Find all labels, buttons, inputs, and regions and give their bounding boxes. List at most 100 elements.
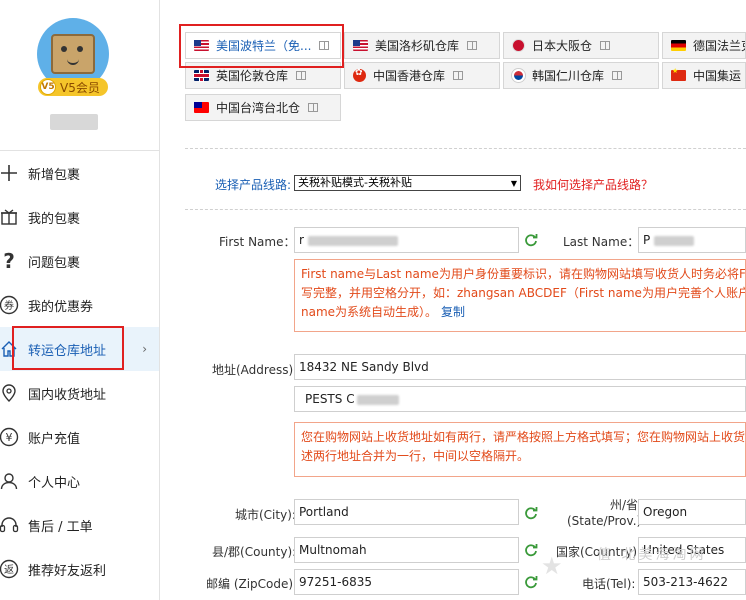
address-line-2-field[interactable]: PESTS C xyxy=(294,386,746,412)
first-name-label: First Name： xyxy=(219,235,296,249)
location-icon xyxy=(0,382,20,404)
refresh-icon[interactable] xyxy=(524,506,538,520)
tab-de-frankfurt[interactable]: 德国法兰克 xyxy=(662,32,746,59)
refresh-icon[interactable] xyxy=(524,233,538,247)
vip-label: V5会员 xyxy=(60,80,100,95)
dropdown-arrow-icon: ▼ xyxy=(510,179,517,188)
tab-label: 日本大阪仓 xyxy=(532,39,593,53)
book-icon xyxy=(453,71,464,80)
tab-cn-consolidation[interactable]: 中国集运 xyxy=(662,62,746,89)
sidebar-item-new-package[interactable]: 新增包裹 xyxy=(0,151,159,195)
book-icon xyxy=(467,41,478,50)
sidebar-item-recharge[interactable]: ¥ 账户充值 xyxy=(0,415,159,459)
avatar-box-character xyxy=(51,34,95,74)
name-tip-line-1: First name与Last name为用户身份重要标识，请在购物网站填写收货… xyxy=(301,267,746,281)
tw-flag-icon xyxy=(194,102,209,113)
refresh-icon[interactable] xyxy=(524,543,538,557)
zip-field[interactable]: 97251-6835 xyxy=(294,569,519,595)
watermark: 值 北美海淘网 xyxy=(597,547,707,563)
package-icon xyxy=(0,206,20,228)
book-icon xyxy=(612,71,623,80)
plus-icon xyxy=(0,162,20,184)
sidebar-item-label: 账户充值 xyxy=(28,431,81,447)
last-name-field[interactable]: P xyxy=(638,227,746,253)
tab-label: 韩国仁川仓库 xyxy=(532,69,605,83)
question-icon: ? xyxy=(3,249,15,273)
book-icon xyxy=(600,41,611,50)
tel-label: 电话(Tel): xyxy=(582,577,636,591)
tab-jp-osaka[interactable]: 日本大阪仓 xyxy=(503,32,659,59)
address-label: 地址(Address): xyxy=(212,363,298,377)
sidebar-item-label: 我的包裹 xyxy=(28,211,81,227)
tab-label: 中国台湾台北仓 xyxy=(216,101,301,115)
kr-flag-icon xyxy=(512,69,525,82)
user-icon xyxy=(0,470,20,492)
sidebar-item-label: 售后 / 工单 xyxy=(28,519,93,535)
county-field[interactable]: Multnomah xyxy=(294,537,519,563)
tab-kr-incheon[interactable]: 韩国仁川仓库 xyxy=(503,62,659,89)
first-name-value: r xyxy=(299,233,304,247)
county-value: Multnomah xyxy=(299,543,367,557)
sidebar-nav: 新增包裹 我的包裹 ? 问题包裹 券 我的优惠券 转运仓库地址 › 国内收货地址… xyxy=(0,150,159,591)
state-label: 州/省 xyxy=(610,498,639,512)
tel-field[interactable]: 503-213-4622 xyxy=(638,569,746,595)
address-tip-line-1: 您在购物网站上收货地址如有两行，请严格按照上方格式填写；您在购物网站上收货地址 xyxy=(301,430,746,444)
vip-level-icon: V5 xyxy=(40,79,56,95)
city-value: Portland xyxy=(299,505,349,519)
sidebar: V5 V5会员 新增包裹 我的包裹 ? 问题包裹 券 我的优惠券 转运仓库地址 … xyxy=(0,0,160,600)
sidebar-item-domestic-address[interactable]: 国内收货地址 xyxy=(0,371,159,415)
divider xyxy=(185,209,746,210)
tab-us-los-angeles[interactable]: 美国洛杉矶仓库 xyxy=(344,32,500,59)
svg-text:返: 返 xyxy=(4,564,14,576)
tab-label: 德国法兰克 xyxy=(693,39,745,53)
svg-text:¥: ¥ xyxy=(6,431,13,444)
svg-text:券: 券 xyxy=(4,299,14,312)
sidebar-item-profile[interactable]: 个人中心 xyxy=(0,459,159,503)
sidebar-item-support[interactable]: 售后 / 工单 xyxy=(0,503,159,547)
address-tip-line-2: 述两行地址合并为一行，中间以空格隔开。 xyxy=(301,449,530,463)
gb-flag-icon xyxy=(194,70,209,81)
state-label-en: (State/Prov.): xyxy=(567,514,646,528)
sidebar-item-my-packages[interactable]: 我的包裹 xyxy=(0,195,159,239)
us-flag-icon xyxy=(353,40,368,51)
vip-badge: V5 V5会员 xyxy=(38,78,108,96)
zip-value: 97251-6835 xyxy=(299,575,373,589)
username-redacted xyxy=(50,114,98,130)
coupon-icon: 券 xyxy=(0,294,20,316)
redacted-text xyxy=(307,235,398,246)
name-tip-line-2: 写完整，并用空格分开，如：zhangsan ABCDEF（First name为… xyxy=(301,286,746,300)
sidebar-item-coupons[interactable]: 券 我的优惠券 xyxy=(0,283,159,327)
state-field[interactable]: Oregon xyxy=(638,499,746,525)
refresh-icon[interactable] xyxy=(524,575,538,589)
city-field[interactable]: Portland xyxy=(294,499,519,525)
sidebar-item-referral[interactable]: 返 推荐好友返利 xyxy=(0,547,159,591)
state-value: Oregon xyxy=(643,505,688,519)
divider xyxy=(185,148,746,149)
tab-tw-taipei[interactable]: 中国台湾台北仓 xyxy=(185,94,341,121)
product-line-label: 选择产品线路: xyxy=(215,178,292,192)
product-line-help-link[interactable]: 我如何选择产品线路？ xyxy=(533,176,653,193)
first-name-field[interactable]: r xyxy=(294,227,519,253)
sidebar-item-problem-packages[interactable]: ? 问题包裹 xyxy=(0,239,159,283)
tab-label: 中国香港仓库 xyxy=(373,69,446,83)
sidebar-item-label: 国内收货地址 xyxy=(28,387,107,403)
address-line-2-value: PESTS C xyxy=(305,392,355,406)
tab-label: 美国洛杉矶仓库 xyxy=(375,39,460,53)
sidebar-item-label: 新增包裹 xyxy=(28,167,81,183)
name-tip-box: First name与Last name为用户身份重要标识，请在购物网站填写收货… xyxy=(294,259,746,332)
sidebar-item-label: 个人中心 xyxy=(28,475,81,491)
name-tip-text: name为系统自动生成）。 xyxy=(301,305,438,319)
county-label: 县/郡(County): xyxy=(212,545,297,559)
copy-link[interactable]: 复制 xyxy=(441,305,465,319)
yen-icon: ¥ xyxy=(0,426,20,448)
name-tip-line-3: name为系统自动生成）。 复制 xyxy=(301,303,739,322)
watermark-star-icon: ★ xyxy=(541,552,563,580)
city-label: 城市(City): xyxy=(235,508,296,522)
cn-flag-icon xyxy=(671,67,686,81)
last-name-value: P xyxy=(643,233,651,247)
tel-value: 503-213-4622 xyxy=(643,575,729,589)
tab-hk[interactable]: 中国香港仓库 xyxy=(344,62,500,89)
book-icon xyxy=(296,71,307,80)
address-line-1-field[interactable]: 18432 NE Sandy Blvd xyxy=(294,354,746,380)
product-line-select[interactable]: 关税补贴模式-关税补贴 ▼ xyxy=(294,175,521,191)
